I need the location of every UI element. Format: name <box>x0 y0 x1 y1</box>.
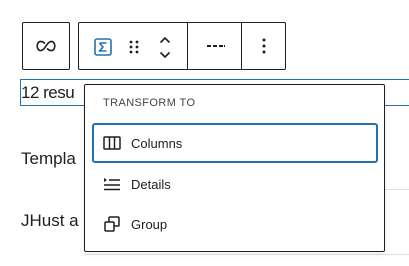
transform-item-label: Columns <box>131 135 183 151</box>
move-up-button[interactable] <box>155 33 175 46</box>
transform-item-label: Details <box>131 176 171 192</box>
transform-item-group[interactable]: Group <box>92 204 378 244</box>
more-dashes-icon <box>207 45 225 47</box>
chevron-up-icon <box>159 36 171 43</box>
transform-menu-heading: TRANSFORM TO <box>103 97 196 109</box>
block-toolbar <box>78 22 286 70</box>
more-rich-text-button[interactable] <box>191 23 241 69</box>
drag-handle-icon <box>129 40 139 54</box>
move-down-button[interactable] <box>155 48 175 61</box>
options-button[interactable] <box>242 23 286 69</box>
group-icon <box>102 214 122 234</box>
chevron-down-icon <box>159 51 171 58</box>
transform-item-label: Group <box>131 216 168 232</box>
paragraph-text[interactable]: Templa <box>21 149 84 169</box>
sigma-icon <box>94 38 112 56</box>
link-icon <box>36 40 56 52</box>
drag-handle-button[interactable] <box>124 37 144 57</box>
columns-icon <box>102 133 122 153</box>
paragraph-text[interactable]: 12 resu <box>21 83 85 103</box>
block-type-button[interactable] <box>93 37 113 57</box>
more-vertical-icon <box>262 38 266 54</box>
link-button[interactable] <box>23 23 69 69</box>
transform-item-details[interactable]: Details <box>92 164 378 204</box>
divider <box>84 254 409 255</box>
details-icon <box>102 174 122 194</box>
toolbar-separator <box>187 23 188 69</box>
paragraph-text[interactable]: JHust a <box>21 211 84 231</box>
transform-menu: TRANSFORM TO Columns Details Group <box>84 84 385 252</box>
transform-item-columns[interactable]: Columns <box>92 123 378 163</box>
link-toolbar-group <box>22 22 70 70</box>
